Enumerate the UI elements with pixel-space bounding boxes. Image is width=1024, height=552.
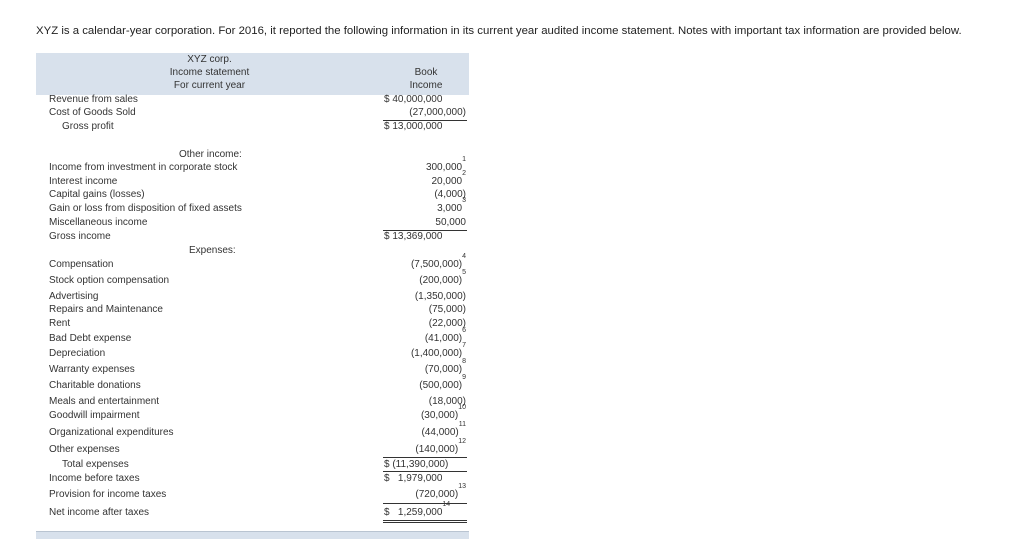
footer-band xyxy=(36,531,469,539)
row-value-repairs: (75,000) xyxy=(428,304,466,315)
row-value-provision: (720,000)13 xyxy=(415,483,466,500)
row-label-repairs: Repairs and Maintenance xyxy=(49,304,163,315)
row-value-inv-income: 300,0001 xyxy=(425,156,466,173)
column-header-book: Book xyxy=(414,67,438,78)
income-statement-table: XYZ corp. Income statement For current y… xyxy=(36,53,469,539)
row-value-warranty: (70,000)8 xyxy=(424,358,466,375)
row-label-income-before-taxes: Income before taxes xyxy=(49,473,140,484)
row-label-gross-income: Gross income xyxy=(49,231,111,242)
row-value-goodwill: (30,000)10 xyxy=(420,404,466,421)
problem-intro-text: XYZ is a calendar-year corporation. For … xyxy=(36,25,962,37)
row-label-capital: Capital gains (losses) xyxy=(49,189,145,200)
row-value-revenue: $ 40,000,000 xyxy=(384,94,443,105)
row-label-rent: Rent xyxy=(49,318,71,329)
row-value-total-expenses: $ (11,390,000) xyxy=(384,459,449,470)
section-heading-other-income: Other income: xyxy=(179,149,242,160)
row-label-goodwill: Goodwill impairment xyxy=(49,410,140,421)
row-label-warranty: Warranty expenses xyxy=(49,364,135,375)
row-value-misc: 50,000 xyxy=(435,217,466,228)
row-value-depreciation: (1,400,000)7 xyxy=(410,342,466,359)
row-value-income-before-taxes: $ 1,979,000 xyxy=(384,473,443,484)
row-value-rent: (22,000) xyxy=(428,318,466,329)
statement-period: For current year xyxy=(173,80,246,91)
row-label-gain-loss: Gain or loss from disposition of fixed a… xyxy=(49,203,242,214)
row-label-charitable: Charitable donations xyxy=(49,380,141,391)
row-label-gross-profit: Gross profit xyxy=(62,121,114,132)
row-value-cogs: (27,000,000) xyxy=(409,107,466,118)
row-label-other-expenses: Other expenses xyxy=(49,444,120,455)
row-label-provision: Provision for income taxes xyxy=(49,489,167,500)
row-label-organizational: Organizational expenditures xyxy=(49,427,174,438)
underline xyxy=(383,520,467,521)
row-label-net-income: Net income after taxes xyxy=(49,507,150,518)
company-name: XYZ corp. xyxy=(187,54,232,65)
row-value-organizational: (44,000)11 xyxy=(421,421,466,438)
statement-title: Income statement xyxy=(169,67,250,78)
section-heading-expenses: Expenses: xyxy=(189,245,236,256)
row-value-gross-profit: $ 13,000,000 xyxy=(384,121,443,132)
row-value-advertising: (1,350,000) xyxy=(414,291,466,302)
row-label-inv-income: Income from investment in corporate stoc… xyxy=(49,162,238,173)
row-label-advertising: Advertising xyxy=(49,291,99,302)
row-label-compensation: Compensation xyxy=(49,259,114,270)
row-label-depreciation: Depreciation xyxy=(49,348,106,359)
row-value-other-expenses: (140,000)12 xyxy=(415,438,466,455)
row-label-stock-option: Stock option compensation xyxy=(49,275,170,286)
underline xyxy=(383,471,467,472)
row-value-gain-loss: 3,0003 xyxy=(437,197,466,214)
row-value-gross-income: $ 13,369,000 xyxy=(384,231,443,242)
row-label-revenue: Revenue from sales xyxy=(49,94,138,105)
column-header-income: Income xyxy=(409,80,443,91)
row-label-total-expenses: Total expenses xyxy=(62,459,129,470)
row-value-bad-debt: (41,000)6 xyxy=(424,327,466,344)
row-value-compensation: (7,500,000)4 xyxy=(410,253,466,270)
row-label-cogs: Cost of Goods Sold xyxy=(49,107,136,118)
row-value-capital: (4,000) xyxy=(434,189,466,200)
row-value-interest: 20,0002 xyxy=(431,170,467,187)
row-label-interest: Interest income xyxy=(49,176,118,187)
row-label-bad-debt: Bad Debt expense xyxy=(49,333,132,344)
underline xyxy=(383,503,467,504)
row-label-meals: Meals and entertainment xyxy=(49,396,160,407)
row-value-meals: (18,000) xyxy=(428,396,466,407)
underline xyxy=(383,522,467,523)
row-value-stock-option: (200,000)5 xyxy=(419,269,466,286)
row-value-charitable: (500,000)9 xyxy=(419,374,466,391)
row-label-misc: Miscellaneous income xyxy=(49,217,148,228)
row-value-net-income: $ 1,259,00014 xyxy=(384,501,451,518)
underline xyxy=(383,457,467,458)
